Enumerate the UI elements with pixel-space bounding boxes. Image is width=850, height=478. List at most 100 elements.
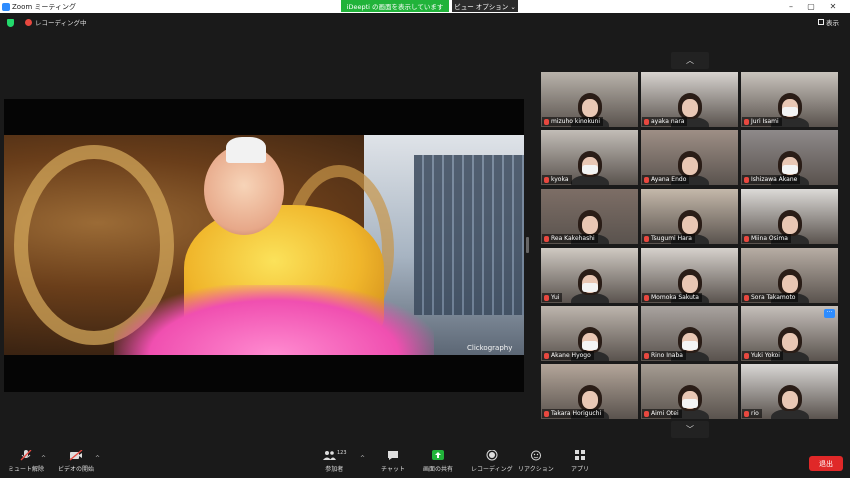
participants-icon-group: 123 <box>322 450 347 464</box>
participant-nameplate: Miina Osima <box>742 234 791 243</box>
face-mask <box>581 341 598 350</box>
chat-icon <box>387 451 398 460</box>
participant-tile[interactable]: Rea Kakehashi <box>541 189 638 244</box>
participant-tile[interactable]: Tsugumi Hara <box>641 189 738 244</box>
share-screen-icon <box>432 450 444 460</box>
mic-off-icon <box>644 176 649 183</box>
mic-off-icon <box>744 410 749 417</box>
recording-status: レコーディング中 <box>35 19 87 27</box>
participant-tile[interactable]: Yui <box>541 248 638 303</box>
tile-more-button[interactable]: ··· <box>824 309 835 318</box>
participant-nameplate: Yui <box>542 293 563 302</box>
mic-off-icon <box>644 118 649 125</box>
mic-off-icon <box>544 352 549 359</box>
shared-video: Clickography <box>4 135 524 355</box>
maximize-button[interactable]: ▢ <box>804 0 818 13</box>
participant-nameplate: Takara Horiguchi <box>542 409 605 418</box>
chat-button[interactable]: チャット <box>381 450 405 473</box>
mute-button[interactable]: ミュート解除 <box>8 450 44 473</box>
screen-share-banner[interactable]: iDeepti の画面を表示しています <box>341 0 449 12</box>
participant-nameplate: rio <box>742 409 762 418</box>
apps-button[interactable]: アプリ <box>571 450 589 473</box>
participant-tile[interactable]: Miina Osima <box>741 189 838 244</box>
panel-resize-handle[interactable] <box>526 237 529 253</box>
participant-tile[interactable]: Aimi Otei <box>641 364 738 419</box>
face <box>681 99 698 117</box>
participant-tile[interactable]: Yuki Yokoi ··· <box>741 306 838 361</box>
participant-tile[interactable]: Takara Horiguchi <box>541 364 638 419</box>
chevron-up-icon[interactable]: ^ <box>95 455 100 462</box>
reactions-button[interactable]: リアクション <box>518 450 554 473</box>
face-mask <box>681 399 698 408</box>
participant-tile[interactable]: mizuho kinokuni <box>541 72 638 127</box>
gallery-up-arrow[interactable]: ︿ <box>671 52 709 69</box>
face <box>581 216 598 234</box>
participant-video <box>770 385 809 419</box>
participant-name: kyoka <box>551 176 569 183</box>
participant-tile[interactable]: Ishizawa Akane <box>741 130 838 185</box>
participant-count: 123 <box>337 450 347 456</box>
people-icon <box>323 451 336 460</box>
participant-nameplate: Rino Inaba <box>642 351 686 360</box>
participant-name: Takara Horiguchi <box>551 410 602 417</box>
participant-tile[interactable]: Akane Hyogo <box>541 306 638 361</box>
encryption-shield-icon[interactable] <box>7 19 14 27</box>
participant-nameplate: mizuho kinokuni <box>542 117 604 126</box>
view-button[interactable]: 表示 <box>818 17 839 27</box>
participant-tile[interactable]: Ayana Endo <box>641 130 738 185</box>
participant-tile[interactable]: Rino Inaba <box>641 306 738 361</box>
participant-name: Rea Kakehashi <box>551 235 595 242</box>
participant-tile[interactable]: kyoka <box>541 130 638 185</box>
mic-off-icon <box>644 294 649 301</box>
smiley-icon <box>530 450 541 461</box>
window-title: Zoom ミーティング <box>12 2 76 11</box>
participant-nameplate: Tsugumi Hara <box>642 234 695 243</box>
mic-off-icon <box>544 235 549 242</box>
participant-tile[interactable]: rio <box>741 364 838 419</box>
mic-off-icon <box>744 176 749 183</box>
mic-off-icon <box>544 118 549 125</box>
face <box>781 391 798 409</box>
face-mask <box>781 165 798 174</box>
participant-nameplate: Aimi Otei <box>642 409 682 418</box>
participant-video <box>570 151 609 185</box>
participant-nameplate: Ishizawa Akane <box>742 175 801 184</box>
start-video-button[interactable]: ビデオの開始 <box>58 450 94 473</box>
record-icon <box>486 450 498 461</box>
video-off-icon <box>69 450 83 461</box>
face <box>681 275 698 293</box>
chevron-up-icon[interactable]: ^ <box>360 455 365 462</box>
mic-off-icon <box>20 450 32 461</box>
face <box>681 216 698 234</box>
record-button[interactable]: レコーディング <box>471 450 513 473</box>
meeting-toolbar: ミュート解除 ^ ビデオの開始 ^ 123 参加者 ^ チャット 画面の共有 レ… <box>0 448 850 478</box>
mic-off-icon <box>544 294 549 301</box>
close-button[interactable]: ✕ <box>826 0 840 13</box>
reactions-label: リアクション <box>518 466 554 473</box>
participant-tile[interactable]: Sora Takamoto <box>741 248 838 303</box>
participants-button[interactable]: 123 参加者 <box>322 450 347 473</box>
participant-name: Rino Inaba <box>651 352 683 359</box>
participant-tile[interactable]: ayaka nara <box>641 72 738 127</box>
video-label: ビデオの開始 <box>58 466 95 473</box>
participant-nameplate: Rea Kakehashi <box>542 234 598 243</box>
apps-icon <box>575 450 585 460</box>
face <box>681 157 698 175</box>
participant-tile[interactable]: Juri Isami <box>741 72 838 127</box>
participant-nameplate: kyoka <box>542 175 572 184</box>
participant-name: Sora Takamoto <box>751 294 796 301</box>
video-idol-crown <box>226 137 266 163</box>
participant-name: mizuho kinokuni <box>551 118 601 125</box>
minimize-button[interactable]: – <box>784 0 798 13</box>
participant-nameplate: Momoka Sakuta <box>642 293 702 302</box>
mic-off-icon <box>544 410 549 417</box>
share-screen-button[interactable]: 画面の共有 <box>423 450 453 473</box>
participants-label: 参加者 <box>325 466 344 473</box>
leave-button[interactable]: 退出 <box>809 456 843 471</box>
view-options-button[interactable]: ビュー オプション ⌄ <box>452 0 518 12</box>
mic-off-icon <box>744 352 749 359</box>
participant-name: Ishizawa Akane <box>751 176 798 183</box>
chevron-up-icon[interactable]: ^ <box>41 455 46 462</box>
gallery-down-arrow[interactable]: ﹀ <box>671 421 709 438</box>
participant-tile[interactable]: Momoka Sakuta <box>641 248 738 303</box>
